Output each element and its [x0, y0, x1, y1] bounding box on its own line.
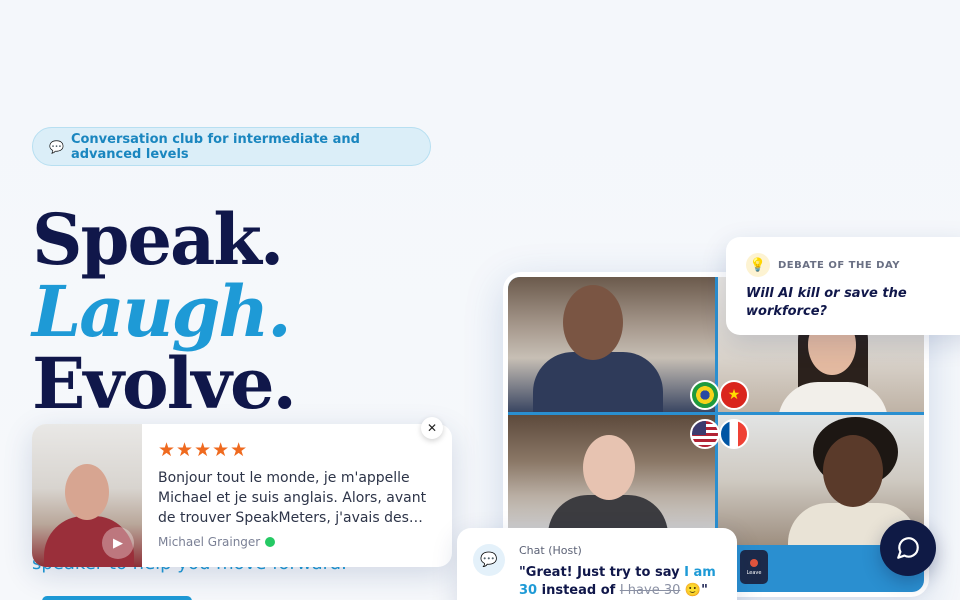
france-flag-icon [719, 419, 749, 449]
participant-body [533, 352, 663, 412]
chat-bubble-icon: 💬 [49, 139, 64, 154]
chat-card: 💬 Chat (Host) "Great! Just try to say I … [457, 528, 737, 600]
brazil-flag-icon [690, 380, 720, 410]
lightbulb-icon: 💡 [746, 253, 770, 277]
vietnam-flag-icon: ★ [719, 380, 749, 410]
debate-question: Will AI kill or save the workforce? [746, 286, 907, 319]
level-badge-text: Conversation club for intermediate and a… [70, 131, 360, 162]
leave-call-button[interactable]: Leave [740, 550, 768, 584]
level-badge: 💬 Conversation club for intermediate and… [32, 127, 431, 166]
open-chat-button[interactable] [880, 520, 936, 576]
participant-face [563, 285, 623, 360]
reviewer-face [65, 464, 109, 520]
video-tile-participant-3 [508, 415, 715, 530]
participant-body [548, 495, 668, 530]
leave-label: Leave [746, 569, 762, 576]
chat-message: "Great! Just try to say I am 30 instead … [519, 564, 723, 600]
reviewer-video-thumbnail[interactable]: ▶ [32, 424, 142, 567]
participant-face [823, 435, 883, 507]
headline-evolve: Evolve. [32, 342, 297, 425]
chat-msg-incorrect: I have 30 [619, 583, 681, 598]
hand-icon [750, 558, 758, 567]
play-icon[interactable]: ▶ [102, 527, 134, 559]
chat-msg-part: instead of [537, 583, 620, 598]
message-circle-icon [897, 537, 919, 559]
whatsapp-icon [265, 537, 276, 547]
participant-body [778, 382, 888, 412]
chat-msg-part: 🙂" [680, 583, 708, 598]
chat-msg-part: "Great! Just try to say [519, 565, 685, 580]
chat-sender: Chat (Host) [519, 544, 582, 557]
reviewer-name: Michael Grainger [158, 535, 261, 549]
headline-laugh: Laugh. [32, 270, 292, 353]
usa-flag-icon [690, 419, 720, 449]
chat-icon: 💬 [473, 544, 505, 576]
debate-card: 💡 DEBATE OF THE DAY Will AI kill or save… [726, 237, 960, 335]
close-review-button[interactable]: ✕ [421, 417, 443, 439]
headline-speak: Speak. [32, 198, 284, 281]
video-tile-participant-1 [508, 277, 715, 412]
review-text: Bonjour tout le monde, je m'appelle Mich… [158, 470, 427, 526]
debate-label: DEBATE OF THE DAY [778, 259, 900, 271]
star-rating: ★★★★★ [158, 439, 249, 461]
review-card: ▶ ★★★★★ Bonjour tout le monde, je m'appe… [32, 424, 452, 567]
participant-face [583, 435, 635, 500]
cta-button[interactable] [42, 596, 192, 600]
